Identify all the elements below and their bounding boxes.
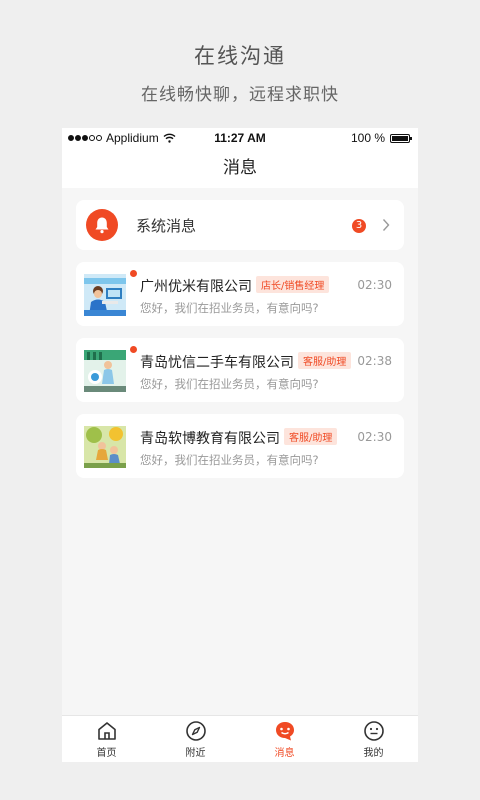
- bell-icon: [86, 209, 118, 241]
- system-messages-row[interactable]: 系统消息 3: [76, 200, 404, 250]
- company-name-row: 青岛忧信二手车有限公司 客服/助理: [140, 352, 352, 372]
- tab-messages[interactable]: 消息: [240, 716, 329, 762]
- message-preview: 您好，我们在招业务员，有意向吗?: [140, 377, 319, 391]
- company-name-row: 青岛软博教育有限公司 客服/助理: [140, 428, 338, 448]
- tab-bar: 首页 附近 消息 我的: [62, 715, 418, 762]
- message-time: 02:30: [357, 430, 392, 444]
- tab-nearby[interactable]: 附近: [151, 716, 240, 762]
- company-avatar: [84, 274, 126, 316]
- message-row[interactable]: 青岛软博教育有限公司 客服/助理 02:30 您好，我们在招业务员，有意向吗?: [76, 414, 404, 478]
- tab-label: 消息: [274, 748, 295, 759]
- battery-percent: 100 %: [350, 131, 385, 145]
- chat-icon: [275, 722, 294, 741]
- system-messages-label: 系统消息: [136, 217, 197, 235]
- job-tag: 客服/助理: [298, 352, 352, 369]
- smiley-icon: [363, 721, 384, 741]
- tab-profile[interactable]: 我的: [329, 716, 418, 762]
- company-name-row: 广州优米有限公司 店长/销售经理: [140, 276, 330, 296]
- company-name: 青岛软博教育有限公司: [140, 431, 280, 447]
- promo-subtitle: 在线畅快聊，远程求职快: [141, 85, 339, 105]
- phone-screen: Applidium 11:27 AM 100 % 消息 系统消息 3 广州优米有…: [62, 128, 418, 762]
- job-tag: 客服/助理: [284, 428, 338, 445]
- message-row[interactable]: 广州优米有限公司 店长/销售经理 02:30 您好，我们在招业务员，有意向吗?: [76, 262, 404, 326]
- status-right: 100 %: [350, 131, 412, 145]
- company-avatar: [84, 350, 126, 392]
- company-avatar: [84, 426, 126, 468]
- job-tag: 店长/销售经理: [256, 276, 330, 293]
- message-row[interactable]: 青岛忧信二手车有限公司 客服/助理 02:38 您好，我们在招业务员，有意向吗?: [76, 338, 404, 402]
- tab-label: 附近: [185, 748, 206, 759]
- page-title: 消息: [62, 148, 418, 188]
- unread-dot: [130, 270, 137, 277]
- company-name: 广州优米有限公司: [140, 279, 252, 295]
- compass-icon: [185, 721, 206, 741]
- tab-label: 我的: [363, 748, 384, 759]
- status-bar: Applidium 11:27 AM 100 %: [62, 128, 418, 148]
- promo-title: 在线沟通: [194, 44, 286, 68]
- tab-home[interactable]: 首页: [62, 716, 151, 762]
- message-preview: 您好，我们在招业务员，有意向吗?: [140, 301, 319, 315]
- message-time: 02:38: [357, 354, 392, 368]
- message-time: 02:30: [357, 278, 392, 292]
- unread-dot: [130, 346, 137, 353]
- home-icon: [97, 722, 116, 740]
- tab-label: 首页: [96, 748, 117, 759]
- unread-count-badge: 3: [352, 219, 366, 233]
- chevron-right-icon: [382, 219, 390, 231]
- message-preview: 您好，我们在招业务员，有意向吗?: [140, 453, 319, 467]
- battery-icon: [390, 133, 412, 143]
- company-name: 青岛忧信二手车有限公司: [140, 355, 294, 371]
